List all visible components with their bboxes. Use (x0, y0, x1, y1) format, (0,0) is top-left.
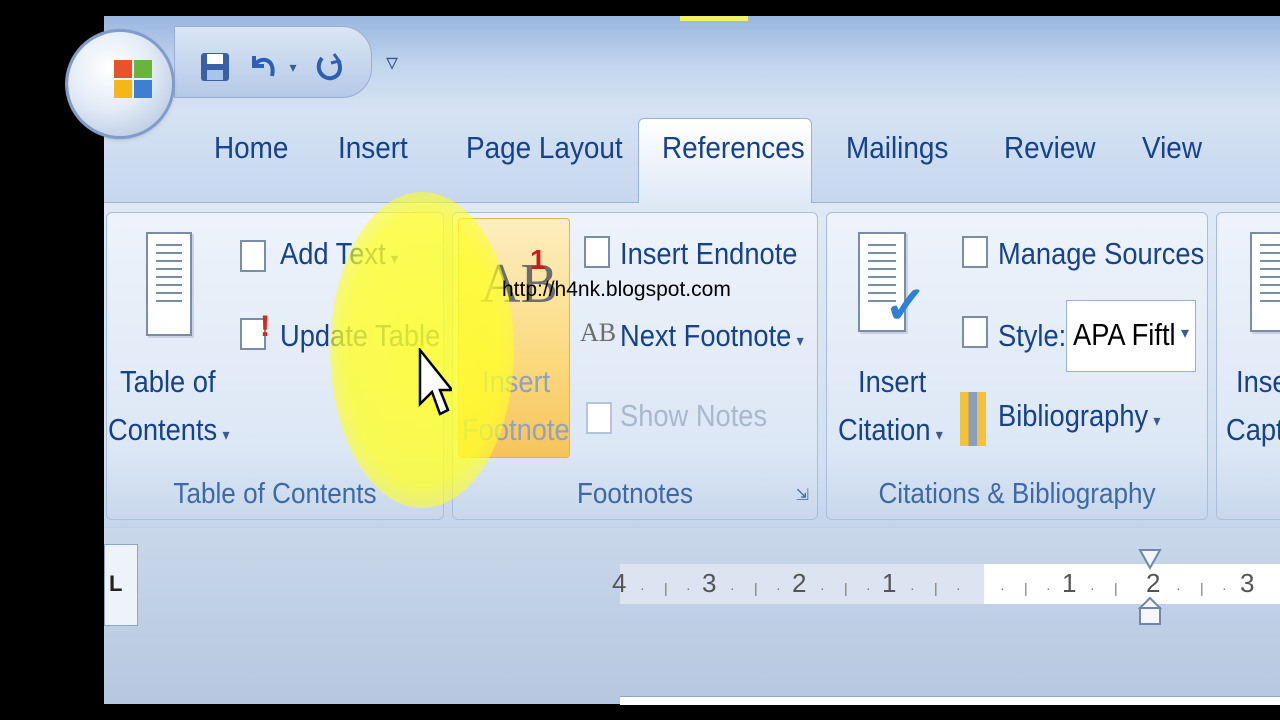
title-highlight (680, 16, 748, 21)
ruler-tick: · (1090, 580, 1095, 596)
table-of-contents-icon[interactable] (146, 232, 192, 336)
document-page[interactable] (620, 696, 1280, 705)
ruler-number: 3 (1240, 568, 1255, 598)
show-notes-icon (586, 402, 612, 434)
ruler-tick: · (1222, 580, 1227, 596)
ruler-tick: · (1176, 580, 1181, 596)
mouse-cursor-icon (418, 348, 452, 416)
bibliography-label: Bibliography (998, 398, 1149, 433)
manage-sources-button[interactable]: Manage Sources (998, 236, 1204, 272)
ruler-tick: · (686, 580, 691, 596)
tab-review[interactable]: Review (1004, 126, 1095, 170)
indent-marker-icon[interactable] (1138, 548, 1162, 628)
insert-caption-label-line1[interactable]: Inse (1236, 364, 1280, 400)
ruler-tick: | (754, 580, 758, 596)
style-icon (962, 316, 988, 348)
ruler-tick: | (934, 580, 938, 596)
chevron-down-icon: ▾ (1180, 325, 1189, 342)
show-notes-button[interactable]: Show Notes (620, 398, 767, 434)
ruler-tick: · (1000, 580, 1005, 596)
ruler-number: 1 (882, 568, 897, 598)
ruler-text-area (984, 564, 1280, 604)
tab-selector[interactable]: L (104, 544, 138, 626)
quick-access-toolbar: ▾ (174, 26, 372, 98)
table-of-contents-button[interactable]: Contents ▾ (108, 412, 230, 448)
tab-references[interactable]: References (662, 126, 805, 170)
chevron-down-icon: ▾ (1153, 413, 1161, 430)
ruler-tick: | (844, 580, 848, 596)
footnote-superscript-icon: 1 (530, 244, 546, 275)
ruler-number: 4 (612, 568, 627, 598)
tab-stop-icon: L (109, 571, 123, 596)
bibliography-icon (960, 392, 986, 446)
group-label-footnotes: Footnotes (576, 478, 694, 510)
exclamation-icon: ! (260, 310, 270, 343)
ruler-tick: · (640, 580, 645, 596)
ruler-area (104, 528, 1280, 704)
ruler-tick: · (866, 580, 871, 596)
next-footnote-icon: AB (580, 318, 617, 347)
insert-citation-button[interactable]: Citation ▾ (838, 412, 943, 448)
manage-sources-icon (962, 236, 988, 268)
ruler-tick: · (820, 580, 825, 596)
ruler-tick: · (910, 580, 915, 596)
tab-home[interactable]: Home (214, 126, 288, 170)
office-logo-icon (114, 60, 152, 98)
ruler-tick: · (776, 580, 781, 596)
undo-dropdown-icon[interactable]: ▾ (275, 49, 311, 85)
ruler-tick: | (664, 580, 668, 596)
next-footnote-label: Next Footnote (620, 318, 792, 353)
ruler-tick: · (730, 580, 735, 596)
redo-icon[interactable] (311, 49, 347, 85)
customize-qat-icon[interactable]: ▿ (386, 48, 398, 77)
chevron-down-icon: ▾ (796, 333, 804, 350)
insert-caption-icon[interactable] (1250, 232, 1280, 332)
watermark-text: http://h4nk.blogspot.com (502, 278, 731, 301)
tab-page-layout[interactable]: Page Layout (466, 126, 623, 170)
save-icon[interactable] (197, 49, 233, 85)
next-footnote-button[interactable]: Next Footnote ▾ (620, 318, 804, 354)
ruler-number: 1 (1062, 568, 1077, 598)
add-text-icon (240, 240, 266, 272)
chevron-down-icon: ▾ (935, 427, 943, 444)
style-select[interactable]: APA Fiftl ▾ (1066, 300, 1196, 372)
checkmark-icon: ✓ (884, 277, 928, 335)
group-label-citations: Citations & Bibliography (878, 478, 1156, 510)
ruler-tick: | (1024, 580, 1028, 596)
insert-caption-label-line2[interactable]: Capt (1226, 412, 1280, 448)
tab-mailings[interactable]: Mailings (846, 126, 948, 170)
insert-endnote-icon (584, 236, 610, 268)
insert-citation-label-line1[interactable]: Insert (858, 364, 926, 400)
ruler-number: 2 (792, 568, 807, 598)
style-label: Style: (998, 318, 1067, 353)
insert-citation-label-line2: Citation (838, 412, 931, 447)
tab-view[interactable]: View (1142, 126, 1202, 170)
ruler-number: 3 (702, 568, 717, 598)
bibliography-button[interactable]: Bibliography ▾ (998, 398, 1160, 434)
office-button[interactable] (68, 32, 172, 136)
dialog-launcher-icon[interactable]: ⇲ (796, 485, 809, 505)
chevron-down-icon: ▾ (222, 427, 230, 444)
ruler-tick: · (1046, 580, 1051, 596)
tab-insert[interactable]: Insert (338, 126, 408, 170)
ruler-tick: | (1200, 580, 1204, 596)
ruler-tick: | (1114, 580, 1118, 596)
table-of-contents-label-line1[interactable]: Table of (120, 364, 216, 400)
insert-endnote-button[interactable]: Insert Endnote (620, 236, 797, 272)
table-of-contents-label-line2: Contents (108, 412, 218, 447)
style-select-value: APA Fiftl (1073, 317, 1176, 352)
ruler-tick: · (956, 580, 961, 596)
